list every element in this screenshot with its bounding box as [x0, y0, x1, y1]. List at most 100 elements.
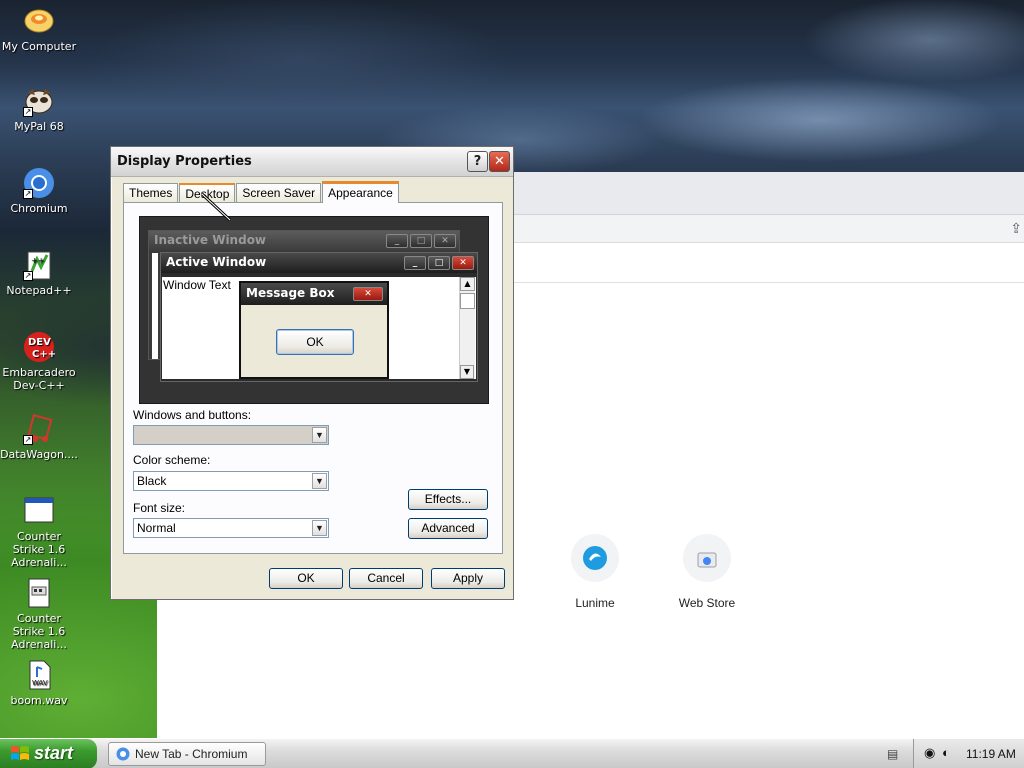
windows-buttons-select[interactable]: ▼: [133, 425, 329, 445]
tab-appearance[interactable]: Appearance: [322, 181, 399, 203]
scroll-down-icon: ▼: [460, 365, 474, 379]
desktop-icon-counter-strike-2[interactable]: Counter Strike 1.6 Adrenali...: [0, 577, 78, 651]
shortcut-label: Lunime: [575, 596, 615, 610]
close-icon: ✕: [434, 234, 456, 248]
taskbar-item-label: New Tab - Chromium: [135, 747, 248, 761]
appearance-preview: Inactive Window _ □ ✕ Active Window _ □: [139, 216, 489, 404]
desktop-icon-label: MyPal 68: [14, 120, 64, 133]
desktop-icon-label: DataWagon....: [0, 448, 78, 461]
active-window-title: Active Window: [166, 255, 267, 269]
close-button[interactable]: ✕: [489, 151, 510, 172]
shortcut-tile-lunime[interactable]: Lunime: [545, 534, 645, 610]
svg-text:DEV: DEV: [28, 337, 51, 348]
desktop-icon-devcpp[interactable]: DEV C++ Embarcadero Dev-C++: [0, 331, 78, 392]
active-title-bar: Active Window _ □ ✕: [161, 253, 477, 273]
taskbar-item-chromium[interactable]: New Tab - Chromium: [108, 742, 266, 766]
desktop-icon-label: Embarcadero Dev-C++: [2, 366, 76, 392]
lunime-icon: [571, 534, 619, 582]
shortcut-tile-web-store[interactable]: Web Store: [657, 534, 757, 610]
appearance-panel: Inactive Window _ □ ✕ Active Window _ □: [123, 202, 503, 554]
svg-text:C++: C++: [32, 349, 55, 360]
shortcut-arrow-icon: ↗: [23, 271, 33, 281]
maximize-icon: □: [428, 256, 450, 270]
windows-logo-icon: [11, 746, 29, 760]
effects-button[interactable]: Effects...: [408, 489, 488, 510]
network-icon[interactable]: ◉: [924, 745, 935, 761]
share-icon[interactable]: ⇪: [1010, 221, 1022, 237]
tab-strip: Themes Desktop Screen Saver Appearance: [123, 181, 400, 203]
desktop-icon-chromium[interactable]: ↗ Chromium: [0, 167, 78, 215]
tab-themes[interactable]: Themes: [123, 183, 179, 203]
font-size-value: Normal: [137, 521, 176, 535]
desktop-icon-label: Notepad++: [6, 284, 72, 297]
display-properties-dialog: Display Properties ? ✕ Themes Desktop Sc…: [110, 146, 514, 600]
chevron-down-icon: ▼: [312, 473, 327, 489]
start-label: start: [34, 743, 74, 763]
message-box-title: Message Box: [246, 286, 335, 300]
desktop-icon-notepad-plus-plus[interactable]: ++ ↗ Notepad++: [0, 249, 78, 297]
start-button[interactable]: start: [0, 739, 97, 768]
advanced-button[interactable]: Advanced: [408, 518, 488, 539]
desktop-icon-label: My Computer: [1, 40, 77, 53]
shortcut-arrow-icon: ↗: [23, 107, 33, 117]
inactive-title-bar: Inactive Window _ □ ✕: [149, 231, 459, 251]
cancel-button[interactable]: Cancel: [349, 568, 423, 589]
color-scheme-select[interactable]: Black ▼: [133, 471, 329, 491]
dialog-title-bar[interactable]: Display Properties ? ✕: [111, 147, 513, 177]
preview-message-box: Message Box ✕ OK: [239, 281, 389, 379]
keyboard-icon[interactable]: ▤: [887, 747, 898, 761]
preview-scrollbar: ▲ ▼: [459, 277, 475, 379]
desktop-icon-label: boom.wav: [10, 694, 68, 707]
shortcut-arrow-icon: ↗: [23, 189, 33, 199]
devcpp-icon: DEV C++: [23, 331, 55, 363]
notepad-plus-plus-icon: ++ ↗: [23, 249, 55, 281]
minimize-icon: _: [404, 256, 426, 270]
app-doc-icon: [23, 577, 55, 609]
wav-file-icon: WAV: [23, 659, 55, 691]
app-window-icon: [23, 495, 55, 527]
clock[interactable]: 11:19 AM: [966, 747, 1016, 761]
close-icon: ✕: [353, 287, 383, 301]
color-scheme-value: Black: [137, 474, 167, 488]
chevron-down-icon: ▼: [312, 427, 327, 443]
svg-text:++: ++: [31, 256, 44, 265]
shortcut-label: Web Store: [678, 596, 736, 610]
windows-buttons-label: Windows and buttons:: [133, 408, 252, 422]
volume-icon[interactable]: ◐: [942, 745, 950, 760]
desktop-icon-counter-strike-1[interactable]: Counter Strike 1.6 Adrenali...: [0, 495, 78, 569]
svg-text:WAV: WAV: [32, 679, 48, 687]
minimize-icon: _: [386, 234, 408, 248]
inactive-window-title: Inactive Window: [154, 233, 267, 247]
desktop-icon-my-computer[interactable]: My Computer: [0, 5, 78, 53]
help-button[interactable]: ?: [467, 151, 488, 172]
scroll-thumb: [460, 293, 475, 309]
message-caption-buttons: ✕: [353, 287, 383, 301]
close-icon: ✕: [452, 256, 474, 270]
preview-active-window: Active Window _ □ ✕ Window Text ▲ ▼ Mess…: [160, 252, 478, 382]
message-ok-button: OK: [276, 329, 354, 355]
dialog-title: Display Properties: [117, 154, 252, 169]
desktop-icon-label: Counter Strike 1.6 Adrenali...: [11, 530, 67, 569]
font-size-label: Font size:: [133, 501, 186, 515]
maximize-icon: □: [410, 234, 432, 248]
message-title-bar: Message Box ✕: [241, 283, 387, 305]
apply-button[interactable]: Apply: [431, 568, 505, 589]
my-computer-icon: [23, 5, 55, 37]
desktop-icon-mypal[interactable]: ↗ MyPal 68: [0, 85, 78, 133]
tab-screen-saver[interactable]: Screen Saver: [236, 183, 322, 203]
scroll-up-icon: ▲: [460, 277, 475, 291]
font-size-select[interactable]: Normal ▼: [133, 518, 329, 538]
taskbar: start New Tab - Chromium ▤ ◉ ◐ 11:19 AM: [0, 738, 1024, 768]
desktop-icon-boom-wav[interactable]: WAV boom.wav: [0, 659, 78, 707]
chromium-icon: ↗: [23, 167, 55, 199]
web-store-icon: [683, 534, 731, 582]
active-caption-buttons: _ □ ✕: [404, 256, 474, 270]
window-text: Window Text: [163, 278, 231, 292]
ok-button[interactable]: OK: [269, 568, 343, 589]
mypal-icon: ↗: [23, 85, 55, 117]
system-tray: ◉ ◐ 11:19 AM: [913, 739, 1024, 768]
chevron-down-icon: ▼: [312, 520, 327, 536]
datawagon-icon: ↗: [23, 413, 55, 445]
desktop-icon-datawagon[interactable]: ↗ DataWagon....: [0, 413, 78, 461]
mouse-cursor-icon: [200, 192, 232, 222]
